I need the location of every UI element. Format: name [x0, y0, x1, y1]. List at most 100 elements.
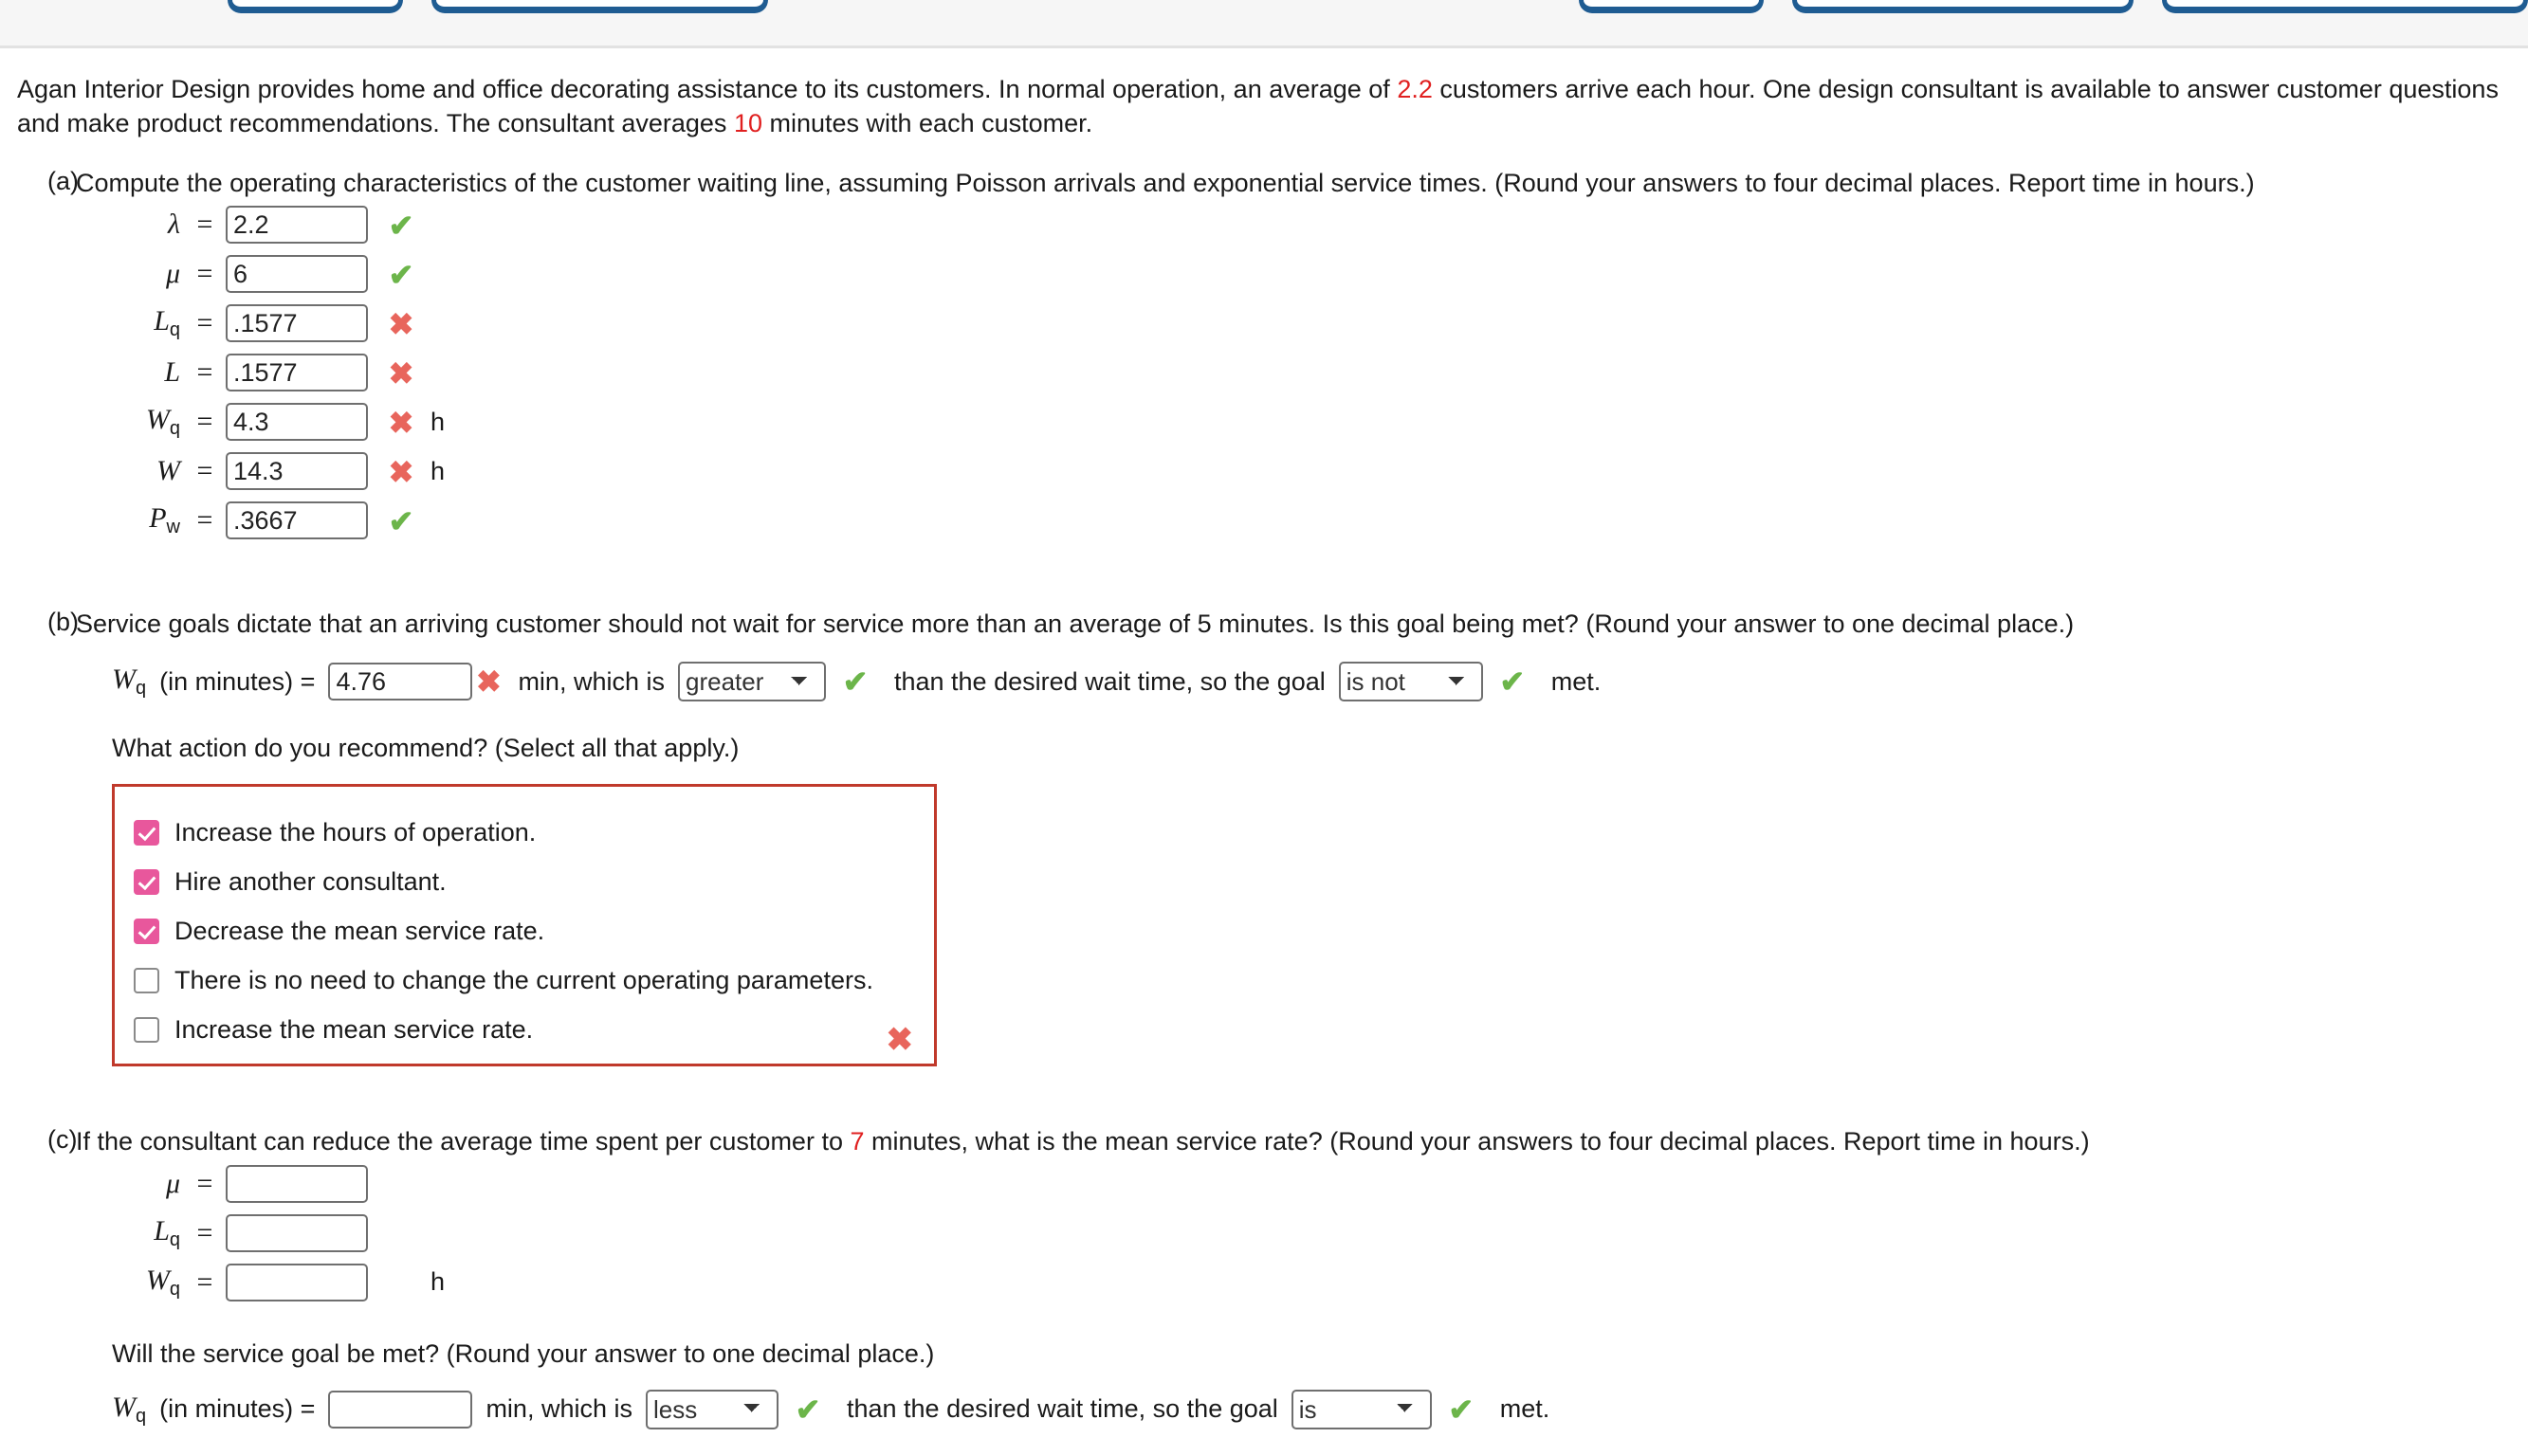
- incorrect-icon: ✖: [388, 454, 414, 489]
- checkbox-checked-icon[interactable]: [134, 819, 159, 846]
- status-icon-cell: ✔: [368, 200, 423, 249]
- browser-tab-strip: [0, 0, 2528, 48]
- part-c-prefix-text: (in minutes) =: [159, 1394, 316, 1424]
- variable-input-cell: [220, 200, 368, 249]
- part-a-input-Lq[interactable]: [226, 304, 368, 343]
- correct-icon: ✔: [388, 208, 414, 243]
- status-icon-cell: ✖: [368, 446, 423, 496]
- unit-label: [423, 348, 445, 397]
- checkbox-checked-icon[interactable]: [134, 868, 159, 895]
- variable-symbol: Lq: [154, 305, 180, 341]
- part-c-variable-table: μ = Lq = Wq = h: [112, 1159, 445, 1307]
- part-b-label: (b): [47, 608, 79, 637]
- unit-label: h: [430, 456, 446, 485]
- part-c-input-Lq[interactable]: [226, 1213, 368, 1252]
- checkbox-option-row[interactable]: Increase the mean service rate.: [134, 1005, 915, 1054]
- variable-row: λ = ✔: [112, 200, 445, 249]
- part-c-goal-status-icon: ✔: [1448, 1392, 1475, 1427]
- part-a-input-L[interactable]: [226, 354, 368, 392]
- variable-symbol: L: [164, 356, 180, 389]
- checkbox-option-label: Hire another consultant.: [174, 866, 447, 896]
- equals-sign: =: [196, 406, 213, 438]
- part-a-input-W[interactable]: [226, 452, 368, 491]
- part-c-suffix-text: met.: [1499, 1394, 1550, 1424]
- status-icon-cell: ✖: [368, 299, 423, 348]
- part-b-comparison-status-icon: ✔: [842, 664, 869, 700]
- part-a-input-lambda[interactable]: [226, 206, 368, 245]
- part-c-input-mu[interactable]: [226, 1164, 368, 1203]
- browser-tab-5[interactable]: [2162, 0, 2528, 13]
- variable-row: Wq = ✖ h: [112, 397, 445, 446]
- part-b-suffix-text: met.: [1550, 666, 1602, 696]
- variable-row: Lq =: [112, 1209, 445, 1258]
- arrival-rate-value: 2.2: [1397, 75, 1433, 103]
- checkbox-option-row[interactable]: Increase the hours of operation.: [134, 808, 915, 857]
- part-b-answer-line: Wq (in minutes) = ✖ min, which is greate…: [112, 662, 2511, 702]
- incorrect-icon: ✖: [388, 306, 414, 341]
- variable-row: W = ✖ h: [112, 446, 445, 496]
- checkbox-option-row[interactable]: There is no need to change the current o…: [134, 956, 915, 1005]
- variable-input-cell: [220, 299, 368, 348]
- part-c-comparison-dropdown[interactable]: greaterless: [645, 1389, 779, 1429]
- part-c-input-Wq[interactable]: [226, 1263, 368, 1301]
- variable-row: Wq = h: [112, 1258, 445, 1307]
- part-c-wq-input[interactable]: [328, 1390, 473, 1429]
- browser-tab-4[interactable]: [1792, 0, 2134, 13]
- part-b-comparison-dropdown[interactable]: greaterless: [677, 662, 826, 702]
- unit-label: [423, 249, 445, 299]
- checkbox-option-label: Decrease the mean service rate.: [174, 916, 545, 945]
- checkbox-unchecked-icon[interactable]: [134, 967, 159, 993]
- variable-symbol: Wq: [145, 1264, 180, 1300]
- equals-sign: =: [196, 307, 213, 339]
- equals-sign: =: [196, 209, 213, 241]
- browser-tab-2[interactable]: [431, 0, 768, 13]
- variable-symbol: W: [156, 455, 180, 487]
- part-a-input-Wq[interactable]: [226, 403, 368, 442]
- incorrect-icon: ✖: [388, 355, 414, 391]
- part-c-after-input-text: min, which is: [485, 1394, 632, 1424]
- unit-label: [423, 1209, 445, 1258]
- equals-sign: =: [196, 455, 213, 487]
- variable-input-cell: [220, 1159, 368, 1209]
- status-icon-cell: ✖: [368, 397, 423, 446]
- status-icon-cell: [368, 1209, 423, 1258]
- unit-label: h: [430, 1267, 446, 1297]
- correct-icon: ✔: [388, 503, 414, 538]
- variable-input-cell: [220, 446, 368, 496]
- part-b-goal-status-icon: ✔: [1499, 664, 1526, 700]
- checkbox-option-row[interactable]: Decrease the mean service rate.: [134, 906, 915, 956]
- variable-input-cell: [220, 1258, 368, 1307]
- variable-input-cell: [220, 348, 368, 397]
- equals-sign: =: [196, 504, 213, 537]
- part-b-question: Service goals dictate that an arriving c…: [76, 610, 2075, 639]
- checkbox-unchecked-icon[interactable]: [134, 1016, 159, 1043]
- part-b-subquestion: What action do you recommend? (Select al…: [112, 734, 740, 763]
- part-c-label: (c): [47, 1125, 78, 1155]
- part-c-mid-text: than the desired wait time, so the goal: [846, 1394, 1278, 1424]
- variable-symbol: Pw: [149, 502, 180, 538]
- unit-label: [423, 1159, 445, 1209]
- part-a-input-Pw[interactable]: [226, 501, 368, 540]
- checkbox-option-label: There is no need to change the current o…: [174, 965, 873, 994]
- part-b-after-input-text: min, which is: [518, 666, 665, 696]
- part-b: (b) Service goals dictate that an arrivi…: [17, 608, 2511, 1067]
- unit-label: [423, 299, 445, 348]
- equals-sign: =: [196, 1216, 213, 1248]
- part-a-input-mu[interactable]: [226, 255, 368, 294]
- checkbox-option-row[interactable]: Hire another consultant.: [134, 857, 915, 906]
- browser-tab-3[interactable]: [1579, 0, 1764, 13]
- browser-tab-1[interactable]: [228, 0, 403, 13]
- status-icon-cell: ✔: [368, 496, 423, 545]
- part-b-wq-input[interactable]: [328, 663, 473, 701]
- part-c-question-text-2: minutes, what is the mean service rate? …: [864, 1127, 2090, 1156]
- part-c-answer-line: Wq (in minutes) = min, which is greaterl…: [112, 1389, 2511, 1429]
- variable-symbol: λ: [168, 209, 180, 241]
- incorrect-icon: ✖: [388, 405, 414, 440]
- part-a-label: (a): [47, 167, 79, 196]
- equals-sign: =: [196, 356, 213, 389]
- variable-input-cell: [220, 249, 368, 299]
- part-b-goal-dropdown[interactable]: isis not: [1338, 662, 1483, 702]
- part-c-goal-dropdown[interactable]: isis not: [1291, 1389, 1432, 1429]
- checkbox-checked-icon[interactable]: [134, 918, 159, 944]
- part-b-options-group: Increase the hours of operation. Hire ano…: [112, 784, 937, 1067]
